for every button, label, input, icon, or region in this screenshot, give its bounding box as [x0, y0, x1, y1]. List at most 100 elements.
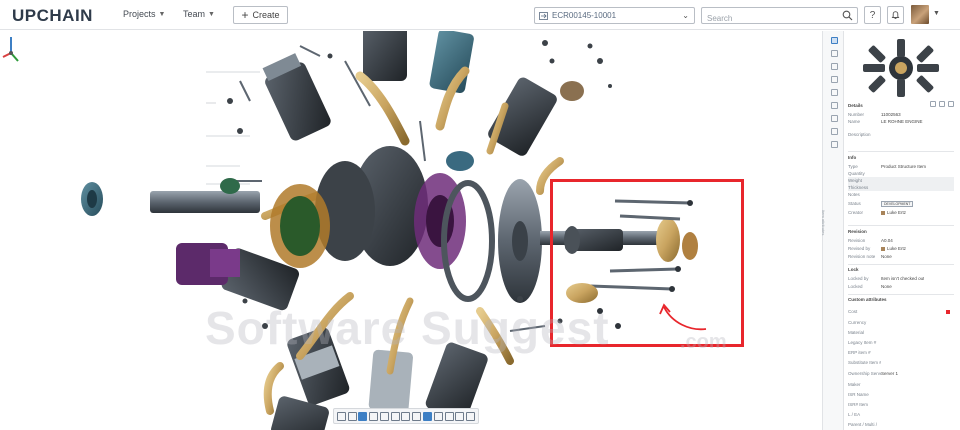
watermark-suffix: .com [680, 331, 727, 353]
custom-row: ISR Name [848, 392, 869, 397]
zoom-icon[interactable] [379, 411, 389, 421]
documents-tab-icon[interactable] [831, 50, 838, 57]
ecr-select[interactable]: ECR00145-10001 ⌄ [534, 7, 695, 24]
watermark: Software Suggest [205, 302, 610, 354]
revision-row: Revised by Luke Ertz [848, 246, 907, 251]
fit-view-icon[interactable] [347, 411, 357, 421]
crankshaft [150, 191, 260, 213]
app-window: UPCHAIN Projects ▼ Team ▼ + Create ECR00… [0, 0, 960, 430]
chevron-down-icon: ▼ [158, 10, 166, 18]
custom-row: Legacy Item # [848, 340, 877, 345]
create-label: Create [252, 10, 280, 20]
revision-row: Revision note None [848, 254, 892, 259]
fullscreen-icon[interactable] [466, 411, 476, 421]
help-icon: ? [869, 9, 876, 21]
info-row: Type Product Structure Item [848, 164, 927, 169]
home-view-icon[interactable] [336, 411, 346, 421]
axis-triad[interactable] [0, 31, 22, 67]
comments-tab-icon[interactable] [831, 115, 838, 122]
measure-icon[interactable] [401, 411, 411, 421]
info-section-title: Info [848, 155, 857, 160]
model-tree-icon[interactable] [433, 411, 443, 421]
nav-projects[interactable]: Projects ▼ [123, 9, 165, 19]
custom-row: Substitute Item # [848, 360, 881, 365]
chevron-down-icon: ▼ [208, 10, 215, 18]
callout-lines [206, 71, 260, 185]
info-row[interactable]: Thickness [848, 184, 954, 191]
custom-attributes-title: Custom attributes [848, 297, 887, 302]
details-section-title: Details [848, 103, 863, 108]
viewer-toolbar [333, 408, 479, 424]
changes-tab-icon[interactable] [831, 102, 838, 109]
select-icon[interactable] [390, 411, 400, 421]
custom-row: ISR# Item [848, 402, 869, 407]
divider [848, 151, 954, 152]
ecr-value: ECR00145-10001 [552, 11, 617, 20]
custom-row: ERP item # [848, 350, 871, 355]
user-avatar[interactable] [911, 5, 929, 24]
custom-row: Material [848, 330, 865, 335]
edit-icon[interactable] [930, 101, 936, 107]
create-button[interactable]: + Create [233, 6, 288, 24]
nav-team-label: Team [183, 9, 206, 19]
custom-row: Cost [848, 309, 858, 314]
3d-viewer[interactable]: Software Suggest .com [0, 31, 820, 430]
nav-projects-label: Projects [123, 9, 156, 19]
lock-row: Locked by Item isn't checked out [848, 276, 925, 281]
lock-row: Locked None [848, 284, 892, 289]
bom-tab-icon[interactable] [831, 63, 838, 70]
info-row: Quantity [848, 171, 865, 176]
revision-section-title: Revision [848, 229, 867, 234]
custom-row: L / EA [848, 412, 861, 417]
divider [848, 294, 954, 295]
custom-row: Parent / Multi / [848, 422, 878, 427]
custom-row: Maker [848, 382, 861, 387]
nav-team[interactable]: Team ▼ [183, 9, 215, 19]
link-icon[interactable] [939, 101, 945, 107]
divider [848, 264, 954, 265]
top-bar: UPCHAIN Projects ▼ Team ▼ + Create ECR00… [0, 0, 960, 30]
panel-side-label[interactable]: Item attributes [821, 210, 826, 235]
explode-icon[interactable] [423, 411, 432, 421]
user-icon [881, 210, 885, 215]
share-tab-icon[interactable] [831, 141, 838, 148]
info-row: Notes [848, 192, 860, 197]
info-row: Creator Luke Ertz [848, 210, 907, 215]
details-panel: Details Number 11002563 Name LE ROHNE ENGI… [845, 31, 960, 430]
divider [848, 225, 954, 226]
search-box [701, 7, 858, 26]
upchain-logo[interactable]: UPCHAIN [12, 6, 93, 26]
info-row: Status DEVELOPMENT [848, 200, 954, 207]
detail-row: Description [848, 132, 871, 137]
status-badge: DEVELOPMENT [881, 200, 914, 207]
change-request-icon [539, 11, 548, 20]
search-input[interactable] [702, 11, 832, 26]
item-thumbnail[interactable] [851, 37, 951, 99]
files-tab-icon[interactable] [831, 128, 838, 135]
settings-icon[interactable] [455, 411, 465, 421]
notifications-button[interactable] [887, 6, 904, 24]
section-icon[interactable] [412, 411, 422, 421]
info-row[interactable]: Weight [848, 177, 954, 184]
history-tab-icon[interactable] [831, 76, 838, 83]
plus-icon: + [241, 8, 249, 22]
orbit-icon[interactable] [358, 411, 368, 421]
detail-row: Number 11002563 [848, 112, 901, 117]
properties-icon[interactable] [444, 411, 454, 421]
pan-icon[interactable] [369, 411, 379, 421]
help-button[interactable]: ? [864, 6, 881, 24]
bell-icon [891, 11, 900, 19]
revision-row: Revision A0.04 [848, 238, 893, 243]
lock-section-title: Lock [848, 267, 859, 272]
green-gear [220, 178, 240, 194]
detail-row: Name LE ROHNE ENGINE [848, 119, 923, 124]
where-used-tab-icon[interactable] [831, 89, 838, 96]
search-icon[interactable] [842, 10, 853, 21]
custom-row: Currency [848, 320, 867, 325]
user-icon [881, 246, 885, 251]
custom-row: Ownership Server Server 1 [848, 371, 899, 376]
chevron-down-icon: ⌄ [682, 11, 689, 20]
more-icon[interactable] [948, 101, 954, 107]
details-tab-icon[interactable] [831, 37, 838, 44]
chevron-down-icon[interactable]: ▼ [933, 10, 940, 17]
